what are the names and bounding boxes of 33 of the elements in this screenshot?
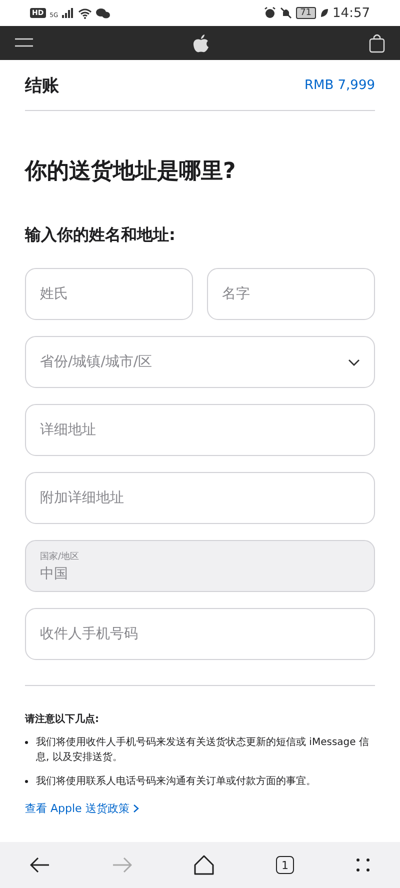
text-field[interactable]: 收件人手机号码: [25, 608, 375, 660]
text-field[interactable]: 详细地址: [25, 404, 375, 456]
more-icon[interactable]: [356, 858, 370, 872]
text-field[interactable]: 名字: [207, 268, 375, 320]
back-arrow-icon[interactable]: [30, 857, 50, 873]
clock-time: 14:57: [332, 6, 370, 20]
note-text: 我们将使用联系人电话号码来沟通有关订单或付款方面的事宜。: [36, 774, 316, 789]
signal-icon: [62, 8, 74, 18]
muted-bell-icon: [280, 7, 292, 19]
policy-link[interactable]: 查看 Apple 送货政策: [25, 801, 140, 816]
bullet-icon: [25, 741, 28, 744]
alarm-icon: [264, 7, 276, 19]
bag-icon[interactable]: [369, 33, 385, 53]
apple-icon[interactable]: [193, 34, 209, 52]
chevron-down-icon: [348, 358, 360, 366]
select-field[interactable]: 省份/城镇/城市/区: [25, 336, 375, 388]
home-icon[interactable]: [194, 855, 214, 875]
text-field[interactable]: 附加详细地址: [25, 472, 375, 524]
notes-title: 请注意以下几点:: [25, 712, 100, 726]
tab-count-button[interactable]: 1: [276, 856, 294, 874]
menu-icon[interactable]: [15, 38, 33, 48]
chevron-right-icon: [133, 804, 140, 813]
note-text: 我们将使用收件人手机号码来发送有关送货状态更新的短信或 iMessage 信息, 以及安排送货。: [36, 736, 370, 765]
battery-indicator: 71: [296, 7, 316, 19]
wifi-icon: [78, 8, 92, 18]
page-heading: 你的送货地址是哪里?: [25, 158, 237, 186]
checkout-title: 结账: [25, 74, 59, 96]
section-heading: 输入你的姓名和地址:: [25, 225, 176, 246]
leaf-icon: [320, 8, 329, 18]
chat-icon: [96, 8, 110, 18]
bullet-icon: [25, 780, 28, 783]
text-field[interactable]: 姓氏: [25, 268, 193, 320]
order-total[interactable]: RMB 7,999: [304, 78, 375, 92]
